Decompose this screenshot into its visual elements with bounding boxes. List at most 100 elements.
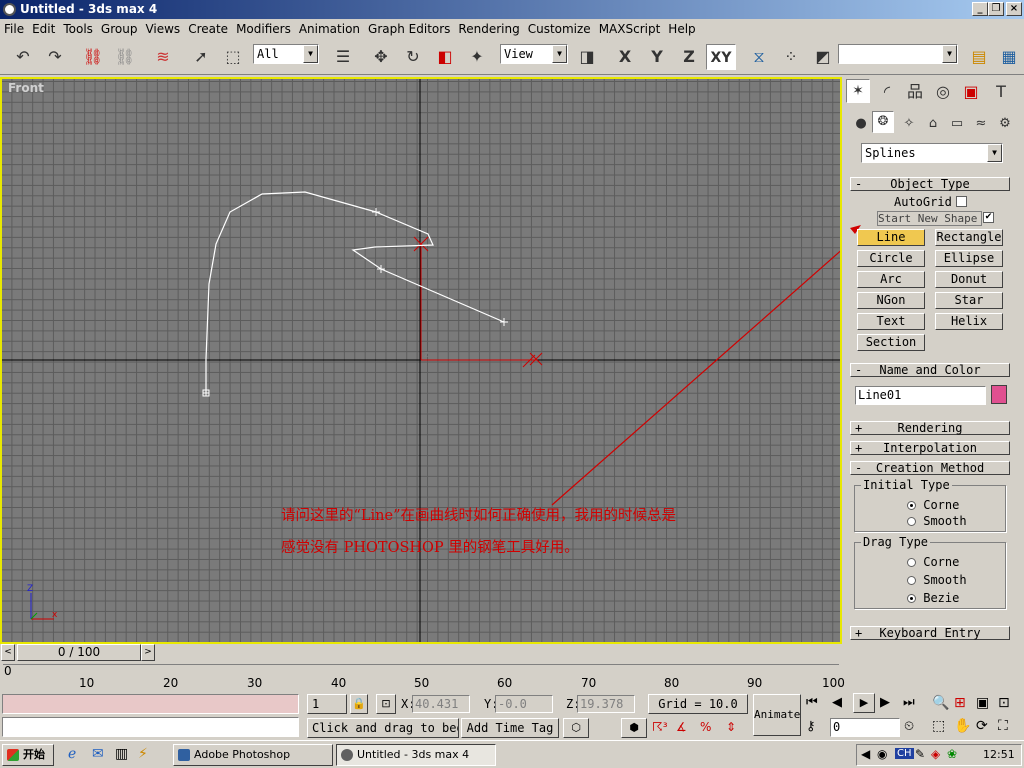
tray-status-icon[interactable]: ❀ — [947, 747, 957, 761]
maximize-viewport-icon[interactable]: ⛶ — [998, 718, 1008, 734]
angle-snap-icon[interactable]: ∡ — [676, 720, 687, 734]
named-selection-dropdown[interactable]: ▼ — [838, 44, 958, 64]
create-tab-icon[interactable]: ✶ — [846, 79, 870, 103]
line-button[interactable]: Line — [857, 229, 925, 246]
go-to-end-icon[interactable]: ⏭ — [903, 695, 915, 710]
start-new-shape-checkbox[interactable]: ✔ — [983, 212, 994, 223]
unlink-icon[interactable]: ⛓ — [112, 44, 138, 70]
outlook-icon[interactable]: ✉ — [92, 746, 104, 762]
y-coordinate-field[interactable]: -0.0 — [495, 695, 553, 713]
transform-gizmo[interactable]: z — [413, 236, 543, 368]
geometry-icon[interactable]: ● — [848, 111, 874, 137]
motion-tab-icon[interactable]: ◎ — [930, 79, 956, 105]
restore-button[interactable]: ❐ — [988, 2, 1004, 16]
menu-maxscript[interactable]: MAXScript — [595, 19, 665, 39]
spline-line01[interactable] — [205, 191, 505, 393]
helix-button[interactable]: Helix — [935, 313, 1003, 330]
track-view-icon[interactable]: ▤ — [966, 44, 992, 70]
next-frame-icon[interactable]: ▶ — [880, 695, 890, 710]
ellipse-button[interactable]: Ellipse — [935, 250, 1003, 267]
menu-customize[interactable]: Customize — [524, 19, 595, 39]
restrict-xy-button[interactable]: XY — [706, 44, 736, 70]
align-icon[interactable]: ◩ — [810, 44, 836, 70]
region-zoom-icon[interactable]: ⬚ — [932, 718, 945, 734]
x-coordinate-field[interactable]: 40.431 — [412, 695, 470, 713]
hierarchy-tab-icon[interactable]: 品 — [902, 79, 928, 105]
menu-graph-editors[interactable]: Graph Editors — [364, 19, 454, 39]
z-coordinate-field[interactable]: 19.378 — [577, 695, 635, 713]
input-language-indicator[interactable]: CH — [895, 748, 914, 759]
menu-tools[interactable]: Tools — [59, 19, 97, 39]
systems-icon[interactable]: ⚙ — [992, 111, 1018, 137]
menu-edit[interactable]: Edit — [28, 19, 59, 39]
maxscript-listener-mini[interactable] — [2, 694, 299, 714]
autogrid-checkbox[interactable] — [956, 196, 967, 207]
spinner-snap-icon[interactable]: ⇕ — [726, 720, 736, 734]
object-name-input[interactable]: Line01 — [855, 386, 986, 405]
space-warps-icon[interactable]: ≈ — [968, 111, 994, 137]
donut-button[interactable]: Donut — [935, 271, 1003, 288]
previous-frame-icon[interactable]: ◀ — [832, 695, 842, 710]
arc-rotate-icon[interactable]: ⟳ — [976, 718, 988, 734]
select-and-link-icon[interactable]: ⛓ — [80, 44, 106, 70]
arc-button[interactable]: Arc — [857, 271, 925, 288]
object-color-swatch[interactable] — [991, 385, 1007, 404]
zoom-icon[interactable]: 🔍 — [932, 695, 949, 711]
internet-explorer-icon[interactable]: ℯ — [68, 746, 76, 762]
object-type-rollout[interactable]: - Object Type — [850, 177, 1010, 191]
section-button[interactable]: Section — [857, 334, 925, 351]
current-frame-field[interactable]: 0 — [830, 718, 900, 737]
snaps-3d-icon[interactable]: ⬢ — [621, 718, 647, 738]
text-button[interactable]: Text — [857, 313, 925, 330]
name-and-color-rollout[interactable]: - Name and Color — [850, 363, 1010, 377]
modify-tab-icon[interactable]: ◜ — [874, 79, 900, 105]
move-icon[interactable]: ✥ — [368, 44, 394, 70]
category-dropdown[interactable]: Splines ▼ — [861, 143, 1003, 163]
bind-space-warp-icon[interactable]: ≋ — [150, 44, 176, 70]
time-configuration-icon[interactable]: ⏲ — [904, 719, 914, 734]
zoom-extents-all-icon[interactable]: ⊡ — [998, 695, 1010, 711]
selection-filter-dropdown[interactable]: All ▼ — [253, 44, 319, 64]
close-button[interactable]: × — [1006, 2, 1022, 16]
time-slider[interactable]: < 0 / 100 > — [0, 644, 842, 662]
scale-icon[interactable]: ◧ — [432, 44, 458, 70]
star-button[interactable]: Star — [935, 292, 1003, 309]
zoom-extents-icon[interactable]: ▣ — [976, 695, 989, 711]
app-icon[interactable] — [3, 3, 16, 16]
initial-corner-radio[interactable]: Corne — [907, 498, 959, 512]
task-3dsmax[interactable]: Untitled - 3ds max 4 — [336, 744, 496, 766]
degradation-override-icon[interactable]: ⬡ — [563, 718, 589, 738]
next-frame-arrow-icon[interactable]: > — [141, 644, 155, 661]
select-object-icon[interactable]: ➚ — [188, 44, 214, 70]
menu-create[interactable]: Create — [184, 19, 232, 39]
play-icon[interactable]: ▶ — [853, 693, 875, 713]
key-mode-icon[interactable]: ⚷ — [806, 719, 816, 734]
time-slider-thumb[interactable]: 0 / 100 — [17, 644, 141, 661]
lights-icon[interactable]: ✧ — [896, 111, 922, 137]
cameras-icon[interactable]: ⌂ — [920, 111, 946, 137]
snap-toggle-icon[interactable]: ☈³ — [652, 720, 668, 734]
network-icon[interactable]: ◉ — [877, 747, 887, 761]
region-select-icon[interactable]: ⬚ — [220, 44, 246, 70]
animate-button[interactable]: Animate — [753, 694, 801, 736]
drag-smooth-radio[interactable]: Smooth — [907, 573, 967, 587]
interpolation-rollout[interactable]: + Interpolation — [850, 441, 1010, 455]
show-desktop-icon[interactable]: ▥ — [115, 746, 128, 762]
restrict-y-button[interactable]: Y — [644, 44, 670, 70]
add-time-tag-button[interactable]: Add Time Tag — [461, 718, 559, 738]
pan-icon[interactable]: ✋ — [954, 718, 971, 734]
ime-icon[interactable]: ✎ — [915, 747, 925, 761]
menu-help[interactable]: Help — [664, 19, 699, 39]
helpers-icon[interactable]: ▭ — [944, 111, 970, 137]
task-photoshop[interactable]: Adobe Photoshop — [173, 744, 333, 766]
menu-rendering[interactable]: Rendering — [454, 19, 523, 39]
select-by-name-icon[interactable]: ☰ — [330, 44, 356, 70]
manipulate-icon[interactable]: ✦ — [464, 44, 490, 70]
menu-views[interactable]: Views — [141, 19, 184, 39]
prev-frame-arrow-icon[interactable]: < — [1, 644, 15, 661]
utilities-tab-icon[interactable]: T — [988, 79, 1014, 105]
creation-method-rollout[interactable]: - Creation Method — [850, 461, 1010, 475]
menu-group[interactable]: Group — [97, 19, 142, 39]
menu-modifiers[interactable]: Modifiers — [232, 19, 295, 39]
front-viewport[interactable]: Front z Z x 请问这里的“Line”在画曲线时如何正确使用，我用的时候… — [0, 77, 842, 644]
